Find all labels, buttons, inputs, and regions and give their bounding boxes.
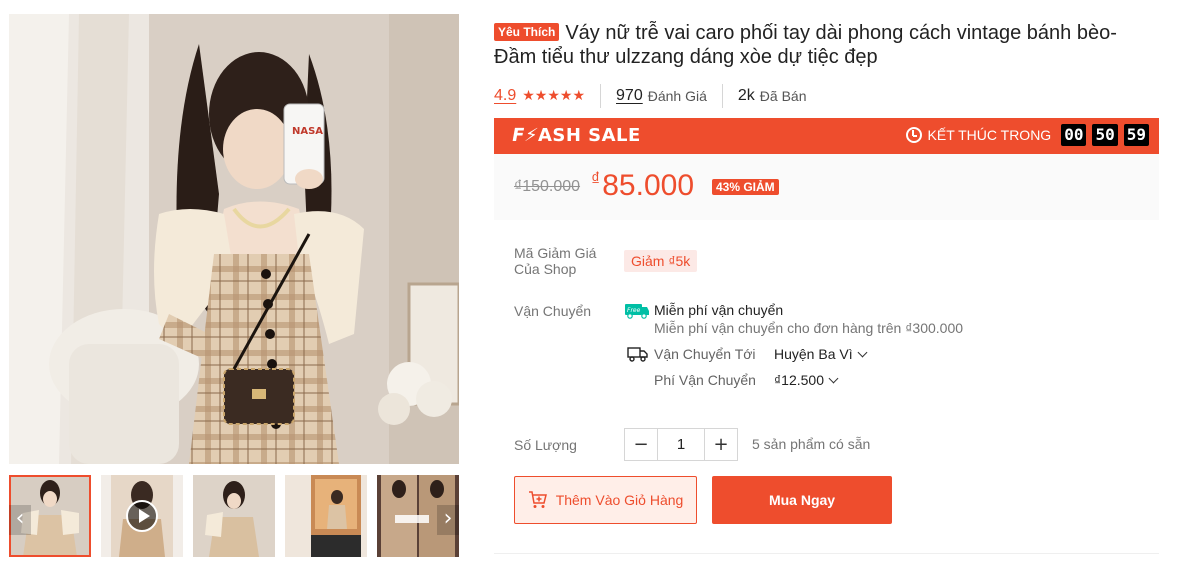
ship-to-label: Vận Chuyển Tới bbox=[654, 346, 756, 362]
quantity-label: Số Lượng bbox=[514, 437, 577, 453]
flash-sale-bar: F⚡ASH SALE KẾT THÚC TRONG 00 50 59 bbox=[494, 118, 1159, 154]
countdown-seconds: 59 bbox=[1123, 124, 1149, 146]
review-count[interactable]: 970 bbox=[616, 87, 643, 105]
discount-badge: 43% GIẢM bbox=[712, 179, 779, 195]
ship-to-dropdown[interactable]: Huyện Ba Vì bbox=[774, 346, 868, 362]
cart-add-icon bbox=[528, 491, 547, 508]
buy-now-button[interactable]: Mua Ngay bbox=[712, 476, 892, 524]
svg-text:NASA: NASA bbox=[292, 126, 323, 137]
thumbnail-3[interactable] bbox=[193, 475, 275, 557]
add-to-cart-label: Thêm Vào Giỏ Hàng bbox=[555, 492, 684, 508]
favorite-badge: Yêu Thích bbox=[494, 23, 560, 41]
gallery-next-button[interactable]: › bbox=[437, 505, 459, 535]
current-price: ₫85.000 bbox=[591, 169, 695, 202]
flash-sale-countdown: KẾT THÚC TRONG 00 50 59 bbox=[905, 124, 1149, 146]
rating-stars-icon: ★★★★★ bbox=[522, 88, 586, 104]
countdown-hours: 00 bbox=[1061, 124, 1087, 146]
shop-voucher-tag[interactable]: Giảm ₫5k bbox=[624, 250, 698, 272]
sold-label: Đã Bán bbox=[759, 88, 807, 104]
rating-score[interactable]: 4.9 bbox=[494, 87, 516, 105]
divider bbox=[600, 84, 602, 108]
thumbnail-strip: ‹ › bbox=[9, 475, 459, 557]
add-to-cart-button[interactable]: Thêm Vào Giỏ Hàng bbox=[514, 476, 697, 524]
countdown-label: KẾT THÚC TRONG bbox=[927, 127, 1052, 143]
flash-sale-logo: F⚡ASH SALE bbox=[510, 125, 641, 146]
thumbnail-2-video[interactable] bbox=[101, 475, 183, 557]
sold-count: 2k bbox=[737, 87, 755, 104]
clock-icon bbox=[905, 127, 922, 143]
quantity-increase-button[interactable]: + bbox=[705, 429, 737, 460]
thumbnail-4[interactable] bbox=[285, 475, 367, 557]
thumbnail-1[interactable]: ‹ bbox=[9, 475, 91, 557]
review-label: Đánh Giá bbox=[647, 88, 707, 104]
shipping-label: Vận Chuyển bbox=[514, 303, 592, 319]
shipping-fee-label: Phí Vận Chuyển bbox=[654, 372, 756, 388]
stock-available: 5 sản phẩm có sẵn bbox=[752, 436, 871, 452]
chevron-down-icon bbox=[828, 373, 839, 384]
divider bbox=[721, 84, 723, 108]
countdown-minutes: 50 bbox=[1092, 124, 1118, 146]
product-title-text: Váy nữ trễ vai caro phối tay dài phong c… bbox=[494, 22, 1117, 68]
original-price: ₫150.000 bbox=[514, 178, 581, 195]
thumbnail-5[interactable]: › bbox=[377, 475, 459, 557]
section-divider bbox=[494, 553, 1159, 554]
main-product-image[interactable]: NASA bbox=[9, 14, 459, 464]
shipping-fee-dropdown[interactable]: ₫12.500 bbox=[774, 372, 839, 388]
price-box: ₫150.000 ₫85.000 43% GIẢM bbox=[494, 154, 1159, 220]
free-shipping-icon: Free bbox=[625, 304, 649, 319]
product-title: Yêu Thích Váy nữ trễ vai caro phối tay dà… bbox=[494, 21, 1154, 69]
play-video-icon[interactable] bbox=[126, 500, 158, 532]
truck-icon bbox=[627, 347, 648, 362]
gallery-prev-button[interactable]: ‹ bbox=[9, 505, 31, 535]
quantity-input[interactable]: 1 bbox=[657, 429, 705, 460]
voucher-label: Mã Giảm Giá Của Shop bbox=[514, 245, 597, 277]
quantity-decrease-button[interactable]: − bbox=[625, 429, 657, 460]
chevron-down-icon bbox=[857, 347, 868, 358]
free-shipping-desc: Miễn phí vận chuyển cho đơn hàng trên ₫3… bbox=[654, 320, 964, 336]
svg-text:Free: Free bbox=[627, 307, 641, 314]
rating-row: 4.9 ★★★★★ 970 Đánh Giá 2k Đã Bán bbox=[494, 84, 806, 108]
quantity-stepper: − 1 + bbox=[624, 428, 738, 461]
free-shipping-title: Miễn phí vận chuyển bbox=[654, 302, 784, 318]
